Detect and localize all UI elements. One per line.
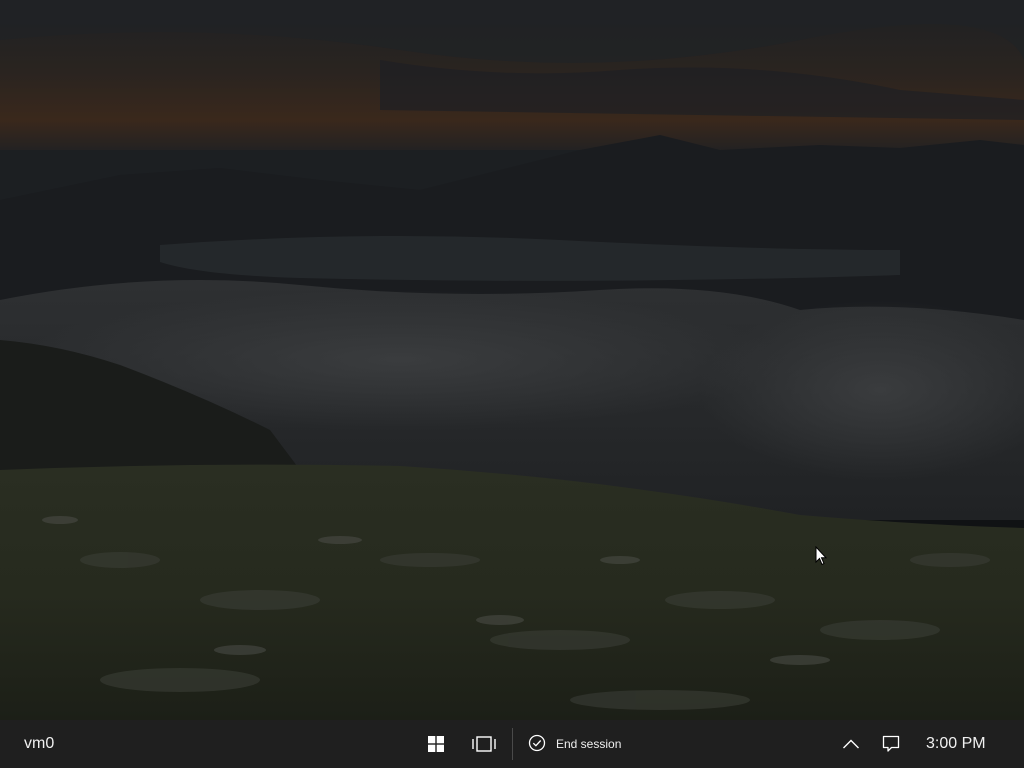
desktop: vm0 End session 3:00 PM (0, 0, 1024, 768)
desktop-wallpaper (0, 0, 1024, 720)
clock[interactable]: 3:00 PM (926, 720, 986, 768)
chevron-up-icon (842, 738, 860, 750)
start-button[interactable] (420, 720, 452, 768)
checkmark-circle-icon (528, 734, 546, 755)
notification-icon (882, 735, 900, 753)
show-hidden-icons-button[interactable] (838, 720, 864, 768)
taskbar-divider (512, 728, 513, 760)
action-center-button[interactable] (878, 720, 904, 768)
end-session-label: End session (556, 737, 622, 751)
end-session-button[interactable]: End session (528, 720, 621, 768)
windows-logo-icon (428, 736, 444, 752)
mouse-pointer-icon (815, 545, 828, 571)
taskbar: vm0 End session 3:00 PM (0, 720, 1024, 768)
machine-name: vm0 (24, 735, 55, 752)
task-view-icon (472, 736, 496, 752)
task-view-button[interactable] (468, 720, 500, 768)
